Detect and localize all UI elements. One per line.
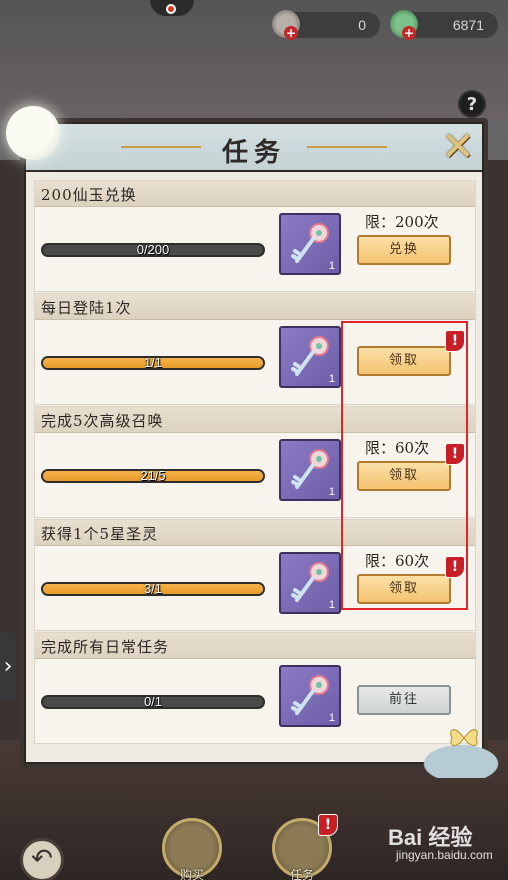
dialog-title: 任务	[221, 138, 286, 168]
reward-item[interactable]: 1	[279, 439, 341, 501]
right-pillar	[486, 160, 508, 760]
reward-count: 1	[328, 712, 335, 724]
moon-decoration	[6, 106, 60, 160]
progress-text: 1/1	[143, 356, 163, 370]
close-button[interactable]: ✕	[438, 127, 478, 168]
task-progress-bar: 0/1	[41, 695, 265, 709]
exchange-button[interactable]: 兑换	[357, 235, 451, 265]
progress-text: 3/1	[143, 582, 163, 596]
task-header: 完成所有日常任务	[35, 633, 475, 659]
currency-horn-value: 0	[358, 17, 366, 33]
butterfly-icon	[450, 729, 478, 746]
highlight-box	[341, 321, 468, 610]
reward-count: 1	[328, 373, 335, 385]
task-progress-bar: 21/5	[41, 469, 265, 483]
task-limit: 限：200次	[365, 213, 439, 231]
task-title: 200仙玉兑换	[41, 186, 137, 204]
progress-text: 0/1	[143, 695, 163, 709]
task-header: 每日登陆1次	[35, 294, 475, 320]
watermark-url: jingyan.baidu.com	[396, 848, 493, 862]
task-row: 完成所有日常任务 0/1 1 前往	[34, 632, 476, 744]
reward-item[interactable]: 1	[279, 665, 341, 727]
back-button[interactable]: ↶	[20, 838, 64, 880]
nav-task-label: 任务	[290, 868, 315, 880]
go-button[interactable]: 前往	[357, 685, 451, 715]
notification-dot-icon	[166, 4, 176, 14]
task-title: 完成5次高级召唤	[41, 412, 164, 430]
reward-item[interactable]: 1	[279, 213, 341, 275]
nav-task-alert-icon: !	[318, 814, 338, 836]
add-jade-icon[interactable]: +	[402, 26, 416, 40]
reward-item[interactable]: 1	[279, 326, 341, 388]
reward-count: 1	[328, 599, 335, 611]
progress-text: 21/5	[140, 469, 166, 483]
progress-text: 0/200	[136, 243, 170, 257]
task-progress-bar: 1/1	[41, 356, 265, 370]
reward-count: 1	[328, 260, 335, 272]
task-progress-bar: 3/1	[41, 582, 265, 596]
task-row: 200仙玉兑换 0/200 1 限：200次 兑换	[34, 180, 476, 292]
task-title: 每日登陆1次	[41, 299, 132, 317]
nav-buy-label: 购买	[180, 868, 205, 880]
side-expand-tab[interactable]: ›	[0, 632, 16, 702]
help-icon[interactable]: ?	[458, 90, 486, 118]
currency-jade-value: 6871	[452, 17, 484, 33]
dialog-title-bar: 任务 ✕	[26, 124, 482, 172]
task-header: 200仙玉兑换	[35, 181, 475, 207]
task-title: 完成所有日常任务	[41, 638, 170, 656]
add-horn-icon[interactable]: +	[284, 26, 298, 40]
task-progress-bar: 0/200	[41, 243, 265, 257]
reward-item[interactable]: 1	[279, 552, 341, 614]
task-title: 获得1个5星圣灵	[41, 525, 159, 543]
reward-count: 1	[328, 486, 335, 498]
